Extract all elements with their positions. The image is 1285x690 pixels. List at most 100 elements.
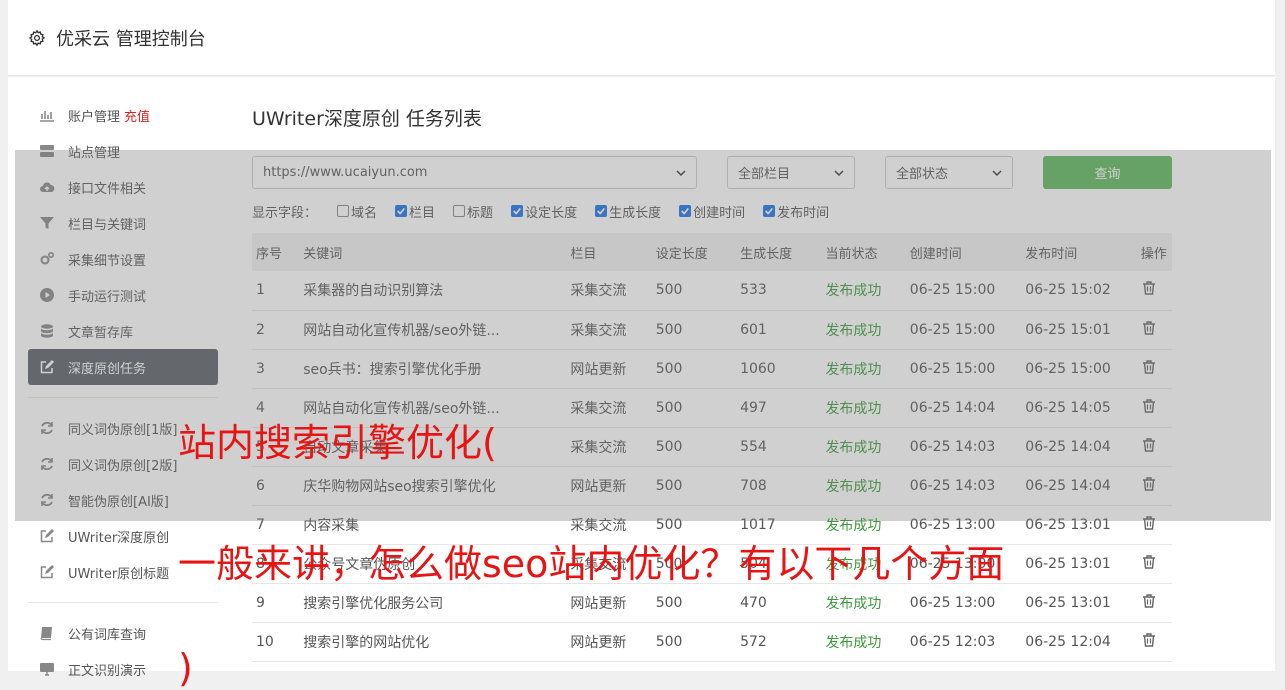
table-cell: 06-25 13:00 bbox=[905, 583, 1022, 623]
field-checkbox[interactable]: 创建时间 bbox=[679, 202, 745, 221]
refresh-icon bbox=[38, 455, 56, 473]
sidebar-item-5[interactable]: 采集细节设置 bbox=[28, 241, 218, 277]
trash-icon[interactable] bbox=[1141, 280, 1157, 296]
table-cell-actions bbox=[1136, 583, 1172, 623]
trash-icon[interactable] bbox=[1141, 632, 1157, 648]
trash-icon[interactable] bbox=[1141, 398, 1157, 414]
sidebar-divider bbox=[28, 602, 218, 603]
table-cell: seo兵书：搜索引擎优化手册 bbox=[299, 349, 567, 389]
sidebar-item-2[interactable]: 站点管理 bbox=[28, 133, 218, 169]
status-select-value: 全部状态 bbox=[896, 167, 949, 182]
table-cell: 发布成功 bbox=[821, 388, 906, 428]
checkbox-icon[interactable] bbox=[395, 205, 408, 217]
sidebar-item-1[interactable]: 账户管理 充值 bbox=[28, 97, 218, 133]
sidebar-item-label: 公有词库查询 bbox=[68, 627, 147, 643]
trash-icon[interactable] bbox=[1141, 554, 1157, 570]
table-body: 1 采集器的自动识别算法 采集交流 500 533 发布成功 06-25 15:00 06-2… bbox=[252, 271, 1172, 662]
field-checkbox[interactable]: 标题 bbox=[453, 202, 493, 221]
table-header: 序号 关键词 栏目 设定长度 生成长度 当前状态 创建时间 发布时间 操作 bbox=[252, 233, 1172, 271]
sidebar-item-7[interactable]: 文章暂存库 bbox=[28, 313, 218, 349]
table-cell: 06-25 13:01 bbox=[1021, 583, 1137, 623]
table-cell: 06-25 15:00 bbox=[905, 271, 1022, 311]
filter-bar: https://www.ucaiyun.com 全部栏目 全部状态 查询 bbox=[252, 156, 1172, 189]
chevron-down-icon bbox=[834, 169, 844, 176]
table-cell: 572 bbox=[736, 622, 822, 662]
sidebar-item-3[interactable]: 接口文件相关 bbox=[28, 169, 218, 205]
sidebar-item-2[interactable]: 同义词伪原创[2版] bbox=[28, 446, 218, 482]
table-cell-actions bbox=[1136, 505, 1172, 545]
sidebar-item-4[interactable]: 栏目与关键词 bbox=[28, 205, 218, 241]
table-cell: 06-25 15:02 bbox=[1021, 271, 1137, 311]
sidebar-item-4[interactable]: UWriter深度原创 bbox=[28, 518, 218, 554]
table-cell: 06-25 15:00 bbox=[905, 349, 1022, 389]
table-cell-actions bbox=[1136, 544, 1172, 584]
sidebar-item-2[interactable]: 正文识别演示 bbox=[28, 651, 218, 687]
site-select[interactable]: https://www.ucaiyun.com bbox=[252, 156, 697, 189]
column-header: 关键词 bbox=[299, 233, 567, 271]
table-cell: 采集器的自动识别算法 bbox=[299, 271, 567, 311]
checkbox-icon[interactable] bbox=[763, 205, 776, 217]
trash-icon[interactable] bbox=[1141, 437, 1157, 453]
table-cell: 500 bbox=[651, 349, 737, 389]
sidebar-item-6[interactable]: 手动运行测试 bbox=[28, 277, 218, 313]
cloud-upload-icon bbox=[38, 178, 56, 196]
field-checkbox[interactable]: 域名 bbox=[337, 202, 377, 221]
table-cell: 2 bbox=[252, 310, 300, 350]
query-button[interactable]: 查询 bbox=[1043, 156, 1172, 189]
table-cell-actions bbox=[1136, 271, 1172, 311]
checkbox-icon[interactable] bbox=[453, 205, 466, 217]
sidebar-item-label: UWriter原创标题 bbox=[68, 566, 170, 582]
checkbox-icon[interactable] bbox=[679, 205, 692, 217]
recharge-link[interactable]: 充值 bbox=[124, 106, 150, 125]
table-cell: 发布成功 bbox=[821, 349, 906, 389]
sidebar-item-3[interactable]: 智能伪原创[AI版] bbox=[28, 482, 218, 518]
trash-icon[interactable] bbox=[1141, 359, 1157, 375]
checkbox-icon[interactable] bbox=[595, 205, 608, 217]
field-checkbox[interactable]: 栏目 bbox=[395, 202, 435, 221]
checkbox-label: 域名 bbox=[351, 205, 378, 221]
table-cell: 504 bbox=[736, 544, 822, 584]
table-cell: 发布成功 bbox=[821, 622, 906, 662]
table-cell: 采集交流 bbox=[566, 388, 652, 428]
app-title: 优采云 管理控制台 bbox=[56, 28, 206, 50]
play-circle-icon bbox=[38, 286, 56, 304]
trash-icon[interactable] bbox=[1141, 593, 1157, 609]
monitor-icon bbox=[38, 660, 56, 678]
checkbox-icon[interactable] bbox=[337, 205, 350, 217]
page-title: UWriter深度原创 任务列表 bbox=[252, 108, 482, 130]
table-cell: 06-25 12:03 bbox=[905, 622, 1022, 662]
trash-icon[interactable] bbox=[1141, 320, 1157, 336]
field-checkbox[interactable]: 生成长度 bbox=[595, 202, 661, 221]
table-cell: 网站自动化宣传机器/seo外链... bbox=[299, 310, 567, 350]
table-cell: 发布成功 bbox=[821, 505, 906, 545]
sidebar-item-label: 智能伪原创[AI版] bbox=[68, 494, 169, 510]
table-cell: 发布成功 bbox=[821, 271, 906, 311]
status-select[interactable]: 全部状态 bbox=[885, 156, 1013, 189]
sidebar-item-label: 同义词伪原创[1版] bbox=[68, 422, 178, 438]
table-cell: 发布成功 bbox=[821, 427, 906, 467]
checkbox-icon[interactable] bbox=[511, 205, 524, 217]
sidebar-item-5[interactable]: UWriter原创标题 bbox=[28, 554, 218, 590]
display-fields: 显示字段： 域名 栏目 标题 设定长度 生成长度 创建时间 发布时间 bbox=[252, 199, 1172, 223]
table-cell: 06-25 13:01 bbox=[1021, 505, 1137, 545]
database-icon bbox=[38, 322, 56, 340]
trash-icon[interactable] bbox=[1141, 476, 1157, 492]
sidebar: 账户管理 充值 站点管理 接口文件相关 栏目与关键词采集细节设置手动运行测试 文章暂存库深… bbox=[28, 97, 218, 687]
field-checkbox[interactable]: 设定长度 bbox=[511, 202, 577, 221]
sidebar-item-1[interactable]: 同义词伪原创[1版] bbox=[28, 410, 218, 446]
table-cell-actions bbox=[1136, 466, 1172, 506]
sidebar-item-label: 采集细节设置 bbox=[68, 253, 147, 269]
trash-icon[interactable] bbox=[1141, 515, 1157, 531]
column-select[interactable]: 全部栏目 bbox=[727, 156, 855, 189]
table-cell: 470 bbox=[736, 583, 822, 623]
table-cell: 发布成功 bbox=[821, 544, 906, 584]
cogs-icon bbox=[38, 250, 56, 268]
table-cell: 3 bbox=[252, 349, 300, 389]
field-checkbox[interactable]: 发布时间 bbox=[763, 202, 829, 221]
sidebar-item-8[interactable]: 深度原创任务 bbox=[28, 349, 218, 385]
table-cell: 8 bbox=[252, 544, 300, 584]
table-cell: 500 bbox=[651, 583, 737, 623]
table-cell: 06-25 14:04 bbox=[1021, 427, 1137, 467]
table-cell: 500 bbox=[651, 388, 737, 428]
sidebar-item-1[interactable]: 公有词库查询 bbox=[28, 615, 218, 651]
